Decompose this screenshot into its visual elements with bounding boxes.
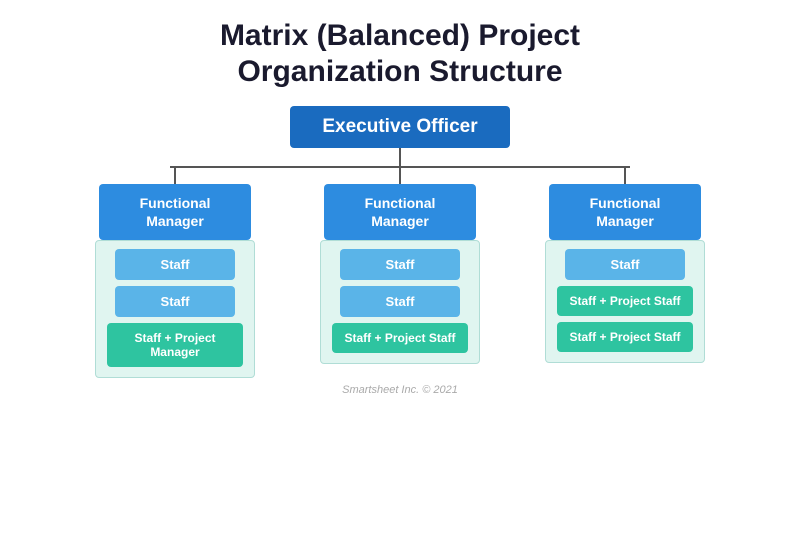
column-3: FunctionalManager Staff Staff + Project … <box>540 166 710 363</box>
col3-inner: Staff Staff + Project Staff Staff + Proj… <box>545 240 705 363</box>
column-1: FunctionalManager Staff Staff Staff + Pr… <box>90 166 260 378</box>
column-2: FunctionalManager Staff Staff Staff + Pr… <box>315 166 485 364</box>
func-manager-2: FunctionalManager <box>324 184 476 240</box>
col1-staff-2: Staff <box>115 286 235 317</box>
page-title: Matrix (Balanced) Project Organization S… <box>200 18 600 90</box>
col1-staff-project: Staff + Project Manager <box>107 323 243 367</box>
col1-staff-1: Staff <box>115 249 235 280</box>
col2-inner: Staff Staff Staff + Project Staff <box>320 240 480 364</box>
func-manager-3: FunctionalManager <box>549 184 701 240</box>
exec-box: Executive Officer <box>290 106 510 148</box>
col3-top-connector <box>624 166 626 184</box>
col2-staff-1: Staff <box>340 249 460 280</box>
col2-staff-2: Staff <box>340 286 460 317</box>
col1-top-connector <box>174 166 176 184</box>
col3-staff-project-1: Staff + Project Staff <box>557 286 693 316</box>
columns-row: FunctionalManager Staff Staff Staff + Pr… <box>90 166 710 378</box>
exec-connector <box>399 148 401 166</box>
horizontal-bar <box>170 166 630 168</box>
org-chart: Executive Officer FunctionalManager Staf… <box>0 106 800 541</box>
col3-staff-1: Staff <box>565 249 685 280</box>
col2-top-connector <box>399 166 401 184</box>
col3-staff-project-2: Staff + Project Staff <box>557 322 693 352</box>
func-manager-1: FunctionalManager <box>99 184 251 240</box>
col1-inner: Staff Staff Staff + Project Manager <box>95 240 255 378</box>
watermark: Smartsheet Inc. © 2021 <box>342 384 458 396</box>
col2-staff-project: Staff + Project Staff <box>332 323 468 353</box>
